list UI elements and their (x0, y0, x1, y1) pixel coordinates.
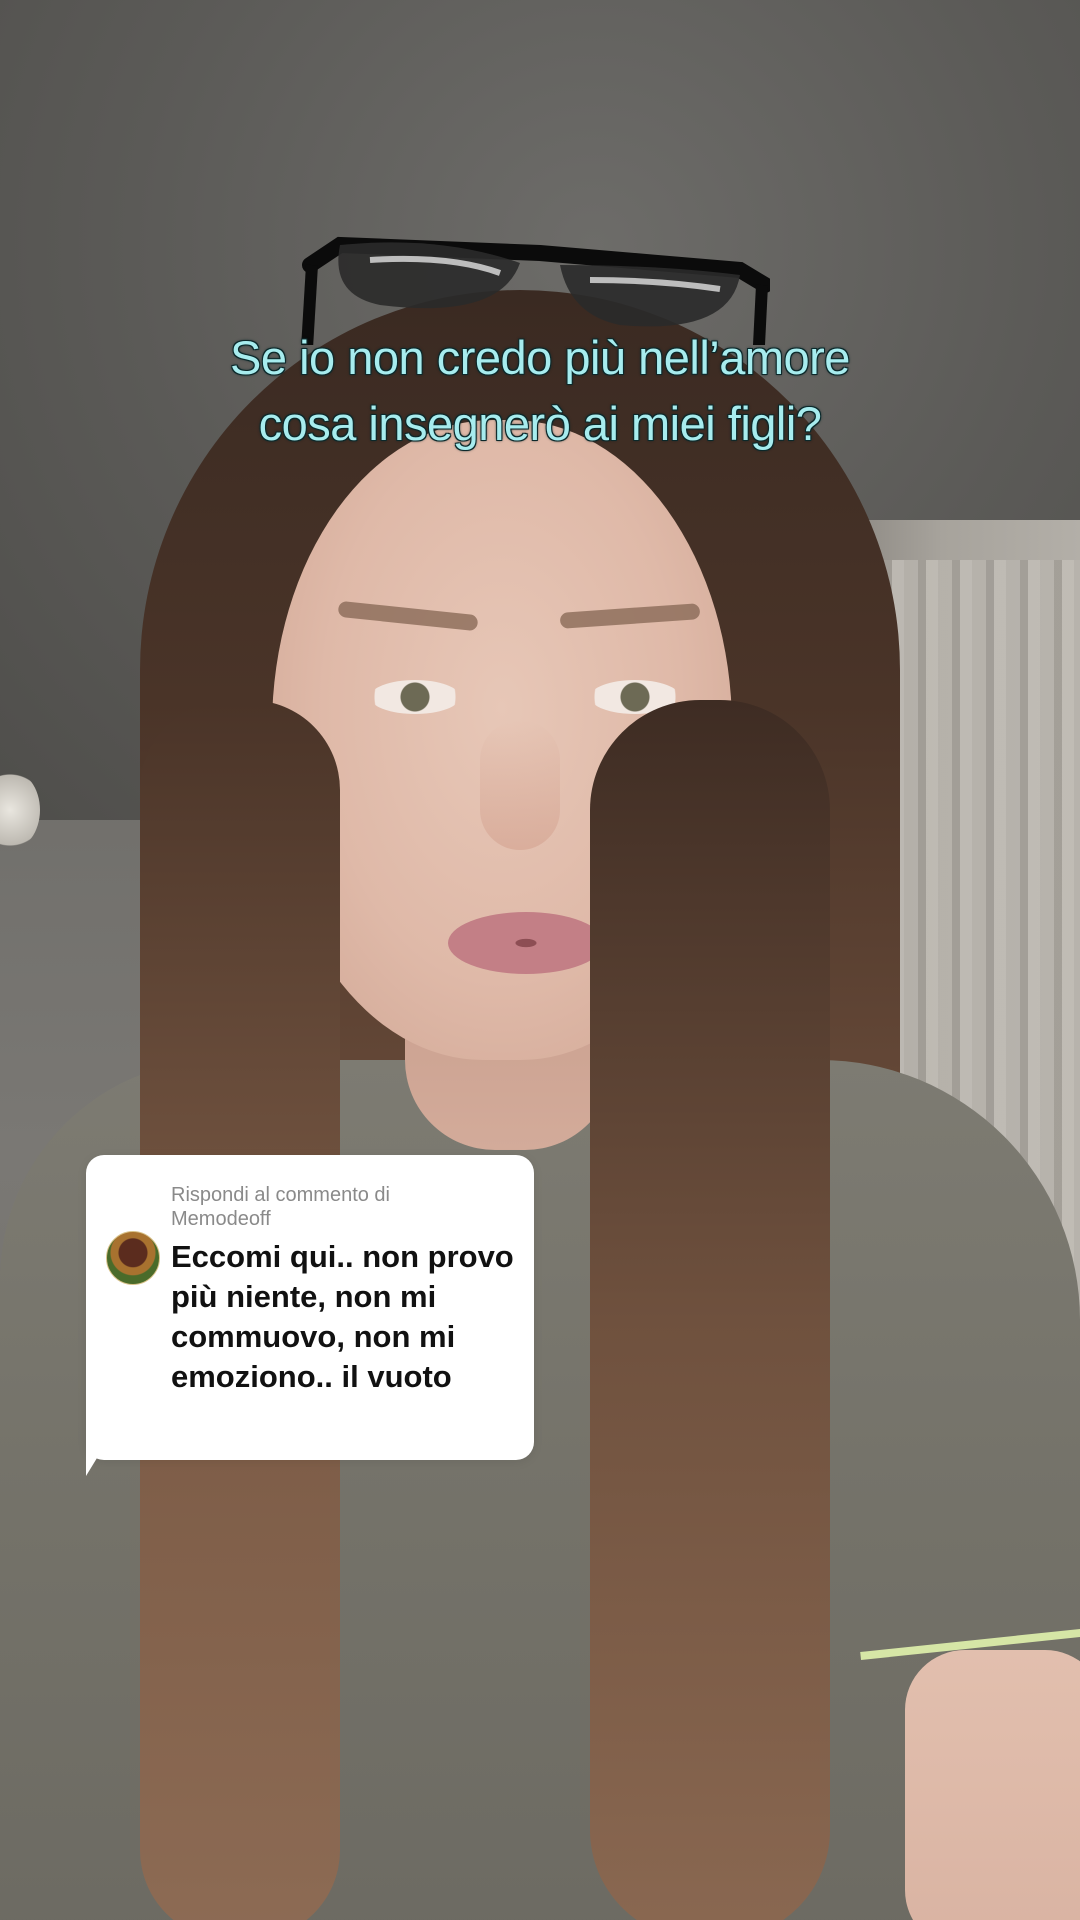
reply-comment-text: Eccomi qui.. non provo più niente, non m… (171, 1239, 514, 1394)
reply-comment-sticker[interactable]: Rispondi al commento di Memodeoff Eccomi… (86, 1155, 534, 1460)
person-eye-left (370, 680, 460, 714)
reply-header: Rispondi al commento di Memodeoff (171, 1184, 390, 1230)
commenter-avatar (106, 1231, 160, 1285)
person-mouth (448, 912, 604, 974)
person-nose (480, 720, 560, 850)
person-arm (905, 1650, 1080, 1920)
video-caption-line-1: Se io non credo più nell’amore (230, 331, 850, 384)
video-frame[interactable]: Se io non credo più nell’amore cosa inse… (0, 0, 1080, 1920)
person-hair-right (590, 700, 830, 1920)
reply-bubble-tail (86, 1440, 108, 1476)
video-caption-line-2: cosa insegnerò ai miei figli? (258, 397, 822, 450)
